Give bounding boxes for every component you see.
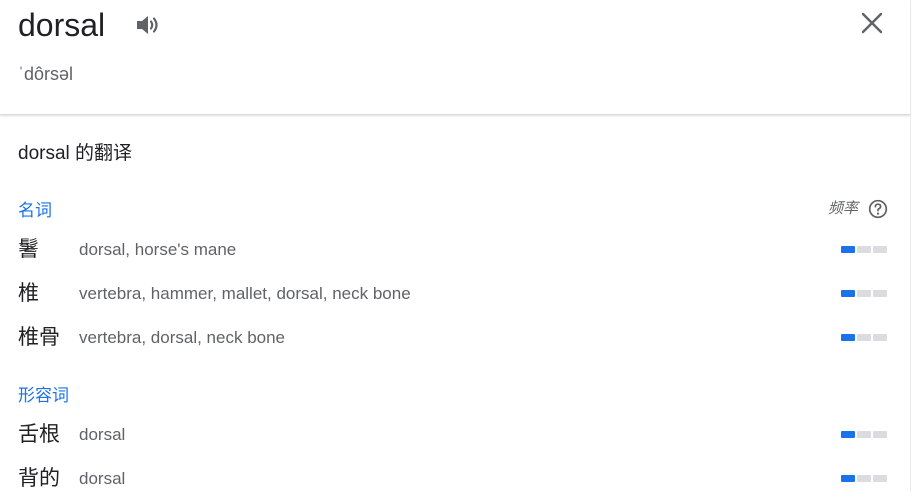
pos-label-noun: 名词 xyxy=(18,201,52,220)
translation-term: 鬐 xyxy=(18,238,39,261)
headword: dorsal xyxy=(18,7,106,43)
translation-synonyms: dorsal, horse's mane xyxy=(79,240,237,259)
translation-synonyms: dorsal xyxy=(79,425,126,444)
frequency-bar xyxy=(841,246,887,253)
translation-synonyms: dorsal xyxy=(79,469,126,488)
speaker-icon[interactable] xyxy=(132,10,164,40)
panel-divider xyxy=(910,0,911,491)
frequency-bar xyxy=(841,475,887,482)
translation-synonyms: vertebra, hammer, mallet, dorsal, neck b… xyxy=(79,284,411,303)
help-icon[interactable] xyxy=(868,199,888,219)
translation-row[interactable]: 椎骨 vertebra, dorsal, neck bone xyxy=(0,320,910,356)
phonetic: ˈdôrsəl xyxy=(18,64,74,84)
translation-row[interactable]: 背的 dorsal xyxy=(0,461,910,497)
translation-row[interactable]: 舌根 dorsal xyxy=(0,417,910,453)
frequency-bar xyxy=(841,431,887,438)
translation-term: 背的 xyxy=(18,467,60,490)
translations-title: dorsal 的翻译 xyxy=(18,143,133,164)
frequency-label: 频率 xyxy=(828,200,859,217)
translation-synonyms: vertebra, dorsal, neck bone xyxy=(79,328,286,347)
frequency-bar xyxy=(841,290,887,297)
translation-term: 舌根 xyxy=(18,423,60,446)
close-icon[interactable] xyxy=(855,6,889,40)
translation-row[interactable]: 鬐 dorsal, horse's mane xyxy=(0,232,910,268)
pos-label-adjective: 形容词 xyxy=(18,386,69,405)
translation-row[interactable]: 椎 vertebra, hammer, mallet, dorsal, neck… xyxy=(0,276,910,312)
frequency-bar xyxy=(841,334,887,341)
translation-term: 椎 xyxy=(18,282,39,305)
translation-term: 椎骨 xyxy=(18,326,60,349)
